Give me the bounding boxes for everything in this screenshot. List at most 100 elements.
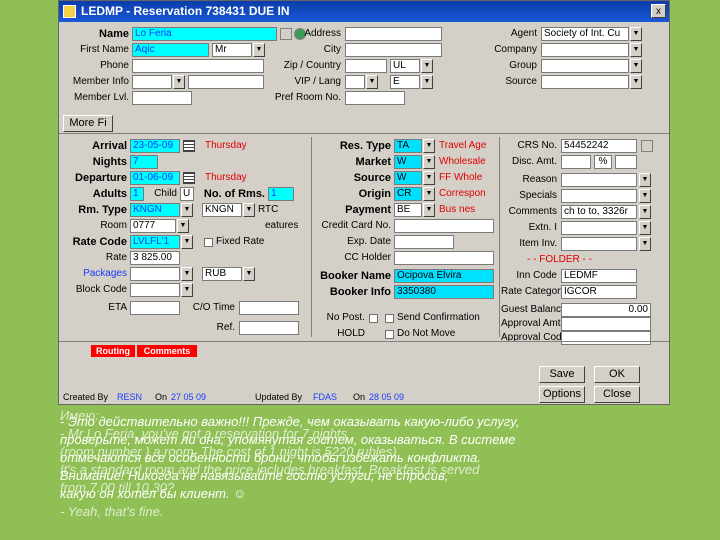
specials-field[interactable] bbox=[561, 189, 637, 203]
country-dropdown[interactable]: ▼ bbox=[421, 59, 433, 73]
currency-dropdown[interactable]: ▼ bbox=[243, 267, 255, 281]
rate-code-dropdown[interactable]: ▼ bbox=[181, 235, 193, 249]
disc-pct-value-field[interactable] bbox=[615, 155, 637, 169]
rate-code-field[interactable]: LVLFL'1 bbox=[130, 235, 180, 249]
lang-dropdown[interactable]: ▼ bbox=[421, 75, 433, 89]
lang-field[interactable]: E bbox=[390, 75, 420, 89]
close-window-button[interactable]: x bbox=[651, 4, 666, 18]
crs-field[interactable]: 54452242 bbox=[561, 139, 637, 153]
payment-field[interactable]: BE bbox=[394, 203, 422, 217]
reason-field[interactable] bbox=[561, 173, 637, 187]
company-field[interactable] bbox=[541, 43, 629, 57]
city-field[interactable] bbox=[345, 43, 442, 57]
exp-date-field[interactable] bbox=[394, 235, 454, 249]
rtc-dropdown[interactable]: ▼ bbox=[243, 203, 255, 217]
vip-field[interactable] bbox=[345, 75, 365, 89]
extn-label: Extn. I bbox=[528, 222, 557, 233]
booker-name-field[interactable]: Ocipova Elvira bbox=[394, 269, 494, 283]
member-number-field[interactable] bbox=[188, 75, 264, 89]
payment-text: Bus nes bbox=[439, 204, 476, 215]
checkout-time-field[interactable] bbox=[239, 301, 299, 315]
first-name-field[interactable]: Aqic bbox=[132, 43, 209, 57]
source-dropdown[interactable]: ▼ bbox=[630, 75, 642, 89]
send-confirmation-checkbox[interactable] bbox=[385, 314, 394, 323]
rate-field[interactable]: 3 825.00 bbox=[130, 251, 180, 265]
save-button[interactable]: Save bbox=[539, 366, 585, 383]
adults-field[interactable]: 1 bbox=[130, 187, 144, 201]
agent-field[interactable]: Society of Int. Cu bbox=[541, 27, 629, 41]
no-post-checkbox[interactable] bbox=[369, 314, 378, 323]
member-info-field[interactable] bbox=[132, 75, 172, 89]
room-dropdown[interactable]: ▼ bbox=[177, 219, 189, 233]
comments-dropdown[interactable]: ▼ bbox=[639, 205, 651, 219]
credit-card-field[interactable] bbox=[394, 219, 494, 233]
packages-label[interactable]: Packages bbox=[59, 267, 127, 281]
title-field[interactable]: Mr bbox=[212, 43, 252, 57]
arrival-field[interactable]: 23-05-09 bbox=[130, 139, 180, 153]
block-code-dropdown[interactable]: ▼ bbox=[181, 283, 193, 297]
group-dropdown[interactable]: ▼ bbox=[630, 59, 642, 73]
member-lvl-field[interactable] bbox=[132, 91, 192, 105]
extn-dropdown[interactable]: ▼ bbox=[639, 221, 651, 235]
extn-field[interactable] bbox=[561, 221, 637, 235]
calendar-icon[interactable] bbox=[183, 140, 195, 152]
origin-field[interactable]: CR bbox=[394, 187, 422, 201]
country-field[interactable]: UL bbox=[390, 59, 420, 73]
room-type-dropdown[interactable]: ▼ bbox=[181, 203, 193, 217]
block-code-field[interactable] bbox=[130, 283, 180, 297]
booker-info-field[interactable]: 3350380 bbox=[394, 285, 494, 299]
pref-room-field[interactable] bbox=[345, 91, 405, 105]
rate-category-field[interactable]: IGCOR bbox=[561, 285, 637, 299]
routing-button[interactable]: Routing bbox=[91, 345, 135, 357]
title-dropdown[interactable]: ▼ bbox=[253, 43, 265, 57]
inn-code-field[interactable]: LEDMF bbox=[561, 269, 637, 283]
origin-dropdown[interactable]: ▼ bbox=[423, 187, 435, 201]
room-type-field[interactable]: KNGN bbox=[130, 203, 180, 217]
market-field[interactable]: W bbox=[394, 155, 422, 169]
cc-holder-field[interactable] bbox=[394, 251, 494, 265]
address-field[interactable] bbox=[345, 27, 442, 41]
market-dropdown[interactable]: ▼ bbox=[423, 155, 435, 169]
company-dropdown[interactable]: ▼ bbox=[630, 43, 642, 57]
room-field[interactable]: 0777 bbox=[130, 219, 176, 233]
close-button[interactable]: Close bbox=[594, 386, 640, 403]
crs-lookup-button[interactable] bbox=[641, 140, 653, 152]
currency-field[interactable]: RUB bbox=[202, 267, 242, 281]
comments-field[interactable]: ch to to, 3326r bbox=[561, 205, 637, 219]
specials-dropdown[interactable]: ▼ bbox=[639, 189, 651, 203]
res-type-dropdown[interactable]: ▼ bbox=[423, 139, 435, 153]
child-field[interactable]: U bbox=[180, 187, 194, 201]
disc-pct-field[interactable]: % bbox=[594, 155, 612, 169]
packages-field[interactable] bbox=[130, 267, 180, 281]
agent-dropdown[interactable]: ▼ bbox=[630, 27, 642, 41]
res-source-dropdown[interactable]: ▼ bbox=[423, 171, 435, 185]
eta-field[interactable] bbox=[130, 301, 180, 315]
comments-button[interactable]: Comments bbox=[137, 345, 197, 357]
res-type-field[interactable]: TA bbox=[394, 139, 422, 153]
res-source-field[interactable]: W bbox=[394, 171, 422, 185]
departure-field[interactable]: 01-06-09 bbox=[130, 171, 180, 185]
nights-field[interactable]: 7 bbox=[130, 155, 158, 169]
item-inv-field[interactable] bbox=[561, 237, 637, 251]
reason-dropdown[interactable]: ▼ bbox=[639, 173, 651, 187]
source-field[interactable] bbox=[541, 75, 629, 89]
options-button[interactable]: Options bbox=[539, 386, 585, 403]
packages-dropdown[interactable]: ▼ bbox=[181, 267, 193, 281]
member-info-dropdown[interactable]: ▼ bbox=[173, 75, 185, 89]
payment-dropdown[interactable]: ▼ bbox=[423, 203, 435, 217]
do-not-move-checkbox[interactable] bbox=[385, 330, 394, 339]
disc-amt-field[interactable] bbox=[561, 155, 591, 169]
ref-field[interactable] bbox=[239, 321, 299, 335]
more-fields-button[interactable]: More Fi bbox=[63, 115, 113, 132]
name-field[interactable]: Lo Feria bbox=[132, 27, 277, 41]
ok-button[interactable]: OK bbox=[594, 366, 640, 383]
phone-field[interactable] bbox=[132, 59, 264, 73]
item-inv-dropdown[interactable]: ▼ bbox=[639, 237, 651, 251]
vip-dropdown[interactable]: ▼ bbox=[366, 75, 378, 89]
room-type-charge-field[interactable]: KNGN bbox=[202, 203, 242, 217]
zip-field[interactable] bbox=[345, 59, 387, 73]
group-field[interactable] bbox=[541, 59, 629, 73]
rooms-field[interactable]: 1 bbox=[268, 187, 294, 201]
fixed-rate-checkbox[interactable] bbox=[204, 238, 213, 247]
calendar-icon[interactable] bbox=[183, 172, 195, 184]
